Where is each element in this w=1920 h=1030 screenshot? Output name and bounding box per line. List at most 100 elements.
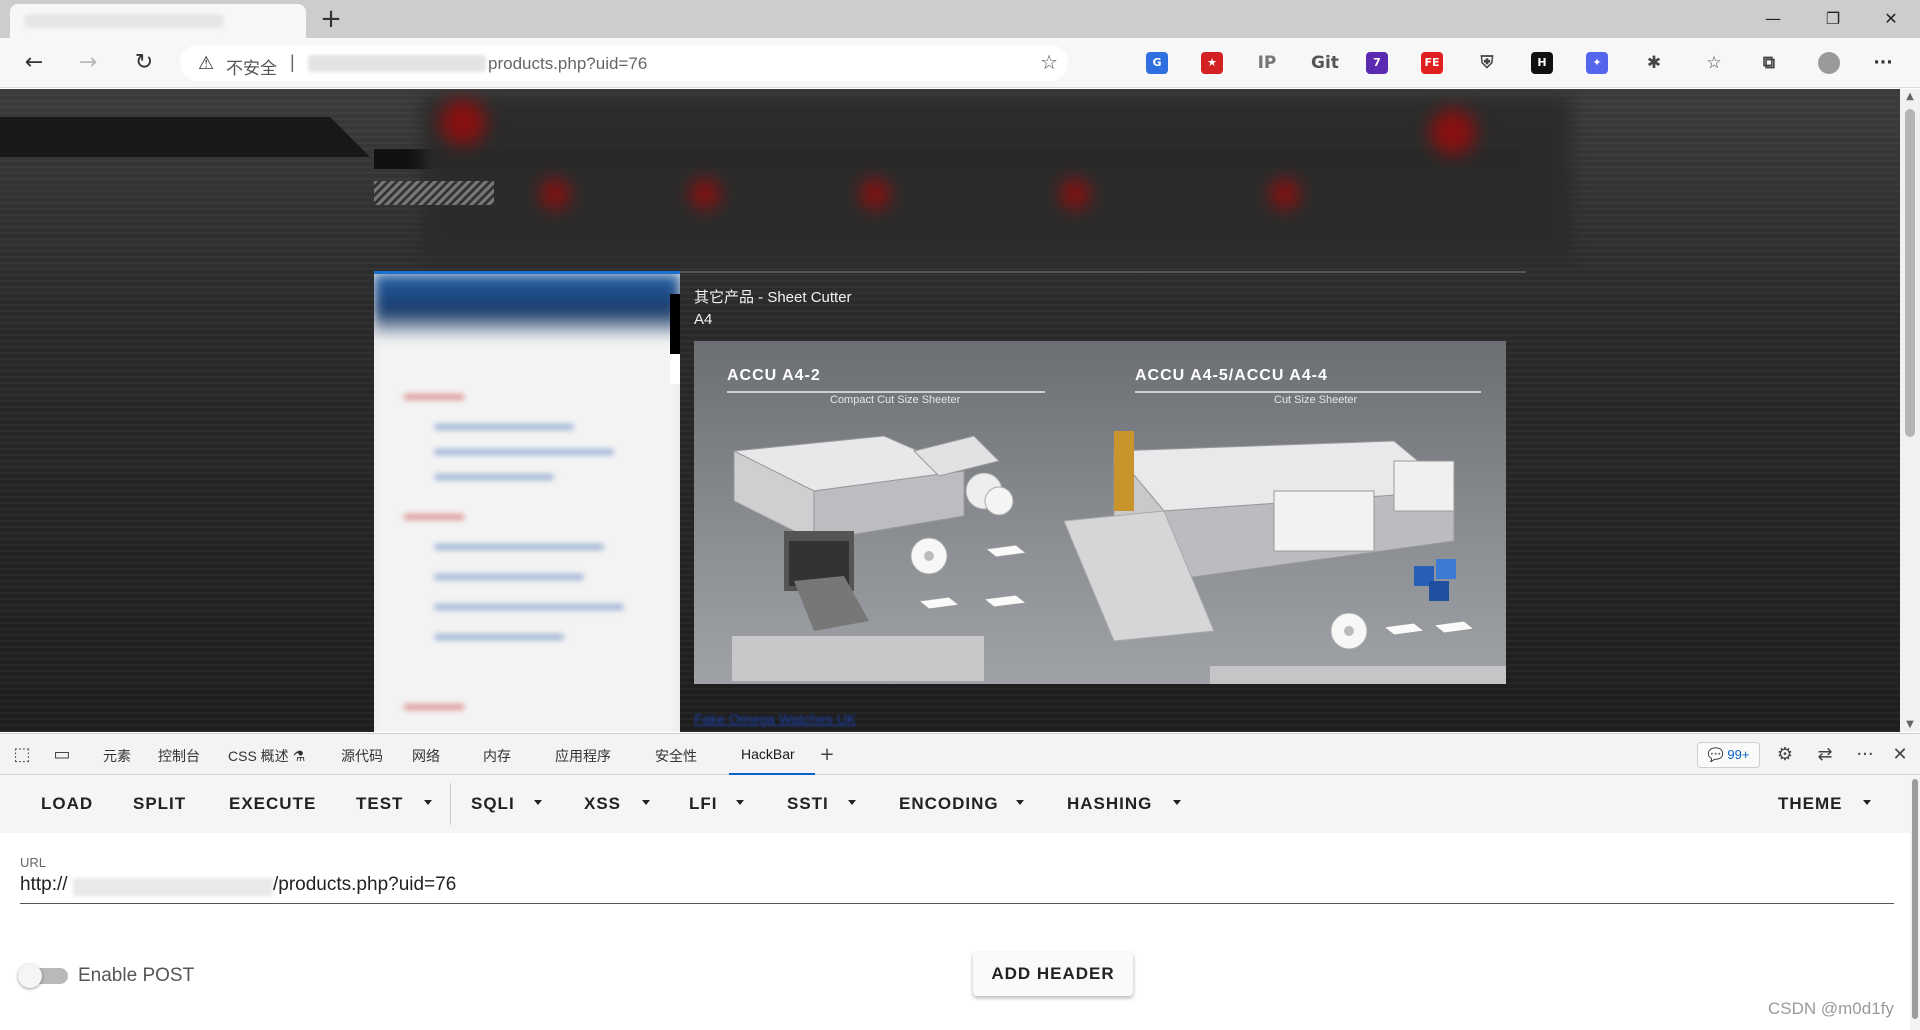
chevron-down-icon[interactable] [534, 800, 542, 805]
url-label: URL [20, 855, 47, 870]
flag-extension-icon[interactable]: ★ [1201, 52, 1223, 74]
devtools-tab-3[interactable]: 源代码 [341, 746, 383, 766]
page-scrollbar[interactable]: ▲ ▼ [1900, 89, 1920, 732]
chevron-down-icon[interactable] [424, 800, 432, 805]
star-blue-extension-icon[interactable]: ✦ [1586, 52, 1608, 74]
header-ribbon [0, 117, 370, 157]
enable-post-toggle-knob[interactable] [18, 964, 42, 988]
scroll-thumb[interactable] [1905, 109, 1915, 437]
forward-button[interactable]: → [72, 47, 104, 79]
more-extension-icon[interactable]: ··· [1872, 52, 1894, 74]
warning-icon[interactable]: ⚠ [198, 53, 214, 74]
collections-extension-icon[interactable]: ⧉ [1758, 52, 1780, 74]
address-bar[interactable]: ⚠ 不安全 | products.php?uid=76 ☆ [180, 45, 1068, 81]
chevron-down-icon[interactable] [848, 800, 856, 805]
devtools-tab-7[interactable]: 安全性 [655, 746, 697, 766]
browser-toolbar: ← → ↻ ⚠ 不安全 | products.php?uid=76 ☆ G ★ IP… [0, 38, 1920, 88]
devtools-tab-8[interactable]: HackBar [741, 746, 795, 762]
tab-strip: + — ❐ ✕ [0, 0, 1920, 38]
theme-button[interactable]: THEME [1778, 794, 1843, 814]
add-header-button[interactable]: ADD HEADER [973, 952, 1133, 996]
ssti-button[interactable]: SSTI [787, 794, 829, 814]
issues-badge[interactable]: 💬 99+ [1697, 742, 1760, 768]
encoding-button[interactable]: ENCODING [899, 794, 999, 814]
product-image: ACCU A4-2 Compact Cut Size Sheeter ACCU … [694, 341, 1506, 684]
puzzle-extension-icon[interactable]: ✱ [1643, 52, 1665, 74]
hackbar-panel: LOAD SPLIT EXECUTE TEST SQLI XSS LFI SSTI ENCODI… [0, 775, 1910, 1030]
chevron-down-icon[interactable] [642, 800, 650, 805]
address-separator: | [290, 52, 295, 72]
hackbar-toolbar: LOAD SPLIT EXECUTE TEST SQLI XSS LFI SSTI ENCODI… [0, 775, 1910, 833]
translate-extension-icon[interactable]: G [1146, 52, 1168, 74]
chevron-down-icon[interactable] [736, 800, 744, 805]
add-tool-button[interactable]: + [815, 743, 839, 767]
watermark: CSDN @m0d1fy [1768, 999, 1894, 1018]
hackbar-h-extension-icon[interactable]: H [1531, 52, 1553, 74]
sheeter-machines-illustration [732, 431, 1506, 684]
settings-gear-icon[interactable]: ⚙ [1773, 743, 1797, 767]
close-window-button[interactable]: ✕ [1862, 0, 1920, 38]
add-favorite-icon[interactable]: ☆ [1040, 50, 1058, 74]
execute-button[interactable]: EXECUTE [229, 794, 316, 814]
security-label[interactable]: 不安全 [226, 54, 277, 79]
nav-icon-redacted [860, 179, 890, 209]
url-prefix[interactable]: http:// [20, 874, 68, 896]
devtools-tab-6[interactable]: 应用程序 [555, 746, 611, 766]
nav-icon-redacted [1270, 179, 1300, 209]
test-button[interactable]: TEST [356, 794, 403, 814]
chevron-down-icon[interactable] [1173, 800, 1181, 805]
devtools-tab-0[interactable]: 元素 [103, 746, 131, 766]
favorites-extension-icon[interactable]: ☆ [1703, 52, 1725, 74]
minimize-button[interactable]: — [1744, 0, 1802, 38]
load-button[interactable]: LOAD [41, 794, 93, 814]
product-title: 其它产品 - Sheet Cutter A4 [694, 287, 852, 331]
purple-extension-icon[interactable]: 7 [1366, 52, 1388, 74]
chevron-down-icon[interactable] [1863, 800, 1871, 805]
git-zip-extension-icon[interactable]: Git [1311, 52, 1339, 74]
devtools-tabbar: ⬚ ▭ 元素 控制台 CSS 概述 ⚗ 源代码 网络 内存 应用程序 安全性 HackBar +… [0, 733, 1920, 775]
logo-redacted [440, 99, 486, 145]
device-emulation-icon[interactable]: ▭ [50, 743, 74, 767]
footer-link[interactable]: Fake Omega Watches UK [694, 711, 856, 727]
devtools-more-icon[interactable]: ··· [1853, 743, 1877, 767]
sqli-button[interactable]: SQLI [471, 794, 515, 814]
devtools-close-icon[interactable]: ✕ [1888, 743, 1912, 767]
shield-extension-icon[interactable]: ⛨ [1476, 52, 1498, 74]
site-header-redacted [422, 97, 1572, 257]
fe-extension-icon[interactable]: FE [1421, 52, 1443, 74]
restore-button[interactable]: ❐ [1804, 0, 1862, 38]
lfi-button[interactable]: LFI [689, 794, 718, 814]
product-title-line2: A4 [694, 311, 713, 328]
address-url[interactable]: products.php?uid=76 [488, 54, 647, 74]
dock-side-icon[interactable]: ⇄ [1813, 743, 1837, 767]
scroll-up-icon[interactable]: ▲ [1900, 91, 1920, 102]
devtools-tab-5[interactable]: 内存 [483, 746, 511, 766]
ip-extension-icon[interactable]: IP [1256, 52, 1278, 74]
devtools-tab-2[interactable]: CSS 概述 ⚗ [228, 746, 305, 766]
product-title-line1: 其它产品 - Sheet Cutter [694, 289, 852, 306]
url-host-redacted [308, 55, 486, 72]
hackbar-scrollbar[interactable] [1910, 775, 1920, 1030]
profile-extension-icon[interactable]: ● [1818, 52, 1840, 74]
chevron-down-icon[interactable] [1016, 800, 1024, 805]
sidebar-redacted [374, 271, 680, 732]
browser-tab[interactable] [10, 4, 306, 38]
hashing-button[interactable]: HASHING [1067, 794, 1152, 814]
header-badge-redacted [1430, 109, 1476, 155]
reload-button[interactable]: ↻ [128, 47, 160, 79]
xss-button[interactable]: XSS [584, 794, 621, 814]
tab-title-redacted [24, 14, 224, 28]
url-path[interactable]: /products.php?uid=76 [273, 874, 456, 896]
enable-post-label[interactable]: Enable POST [78, 965, 194, 987]
split-button[interactable]: SPLIT [133, 794, 186, 814]
inspect-element-icon[interactable]: ⬚ [10, 743, 34, 767]
toolbar-divider [450, 783, 451, 825]
devtools-tab-4[interactable]: 网络 [412, 746, 440, 766]
scroll-down-icon[interactable]: ▼ [1900, 719, 1920, 730]
url-input[interactable]: http:// /products.php?uid=76 [20, 874, 1894, 904]
devtools-tab-1[interactable]: 控制台 [158, 746, 200, 766]
nav-icon-redacted [540, 179, 570, 209]
back-button[interactable]: ← [18, 47, 50, 79]
new-tab-button[interactable]: + [318, 6, 344, 32]
web-content: 其它产品 - Sheet Cutter A4 ACCU A4-2 Compact… [0, 89, 1900, 732]
